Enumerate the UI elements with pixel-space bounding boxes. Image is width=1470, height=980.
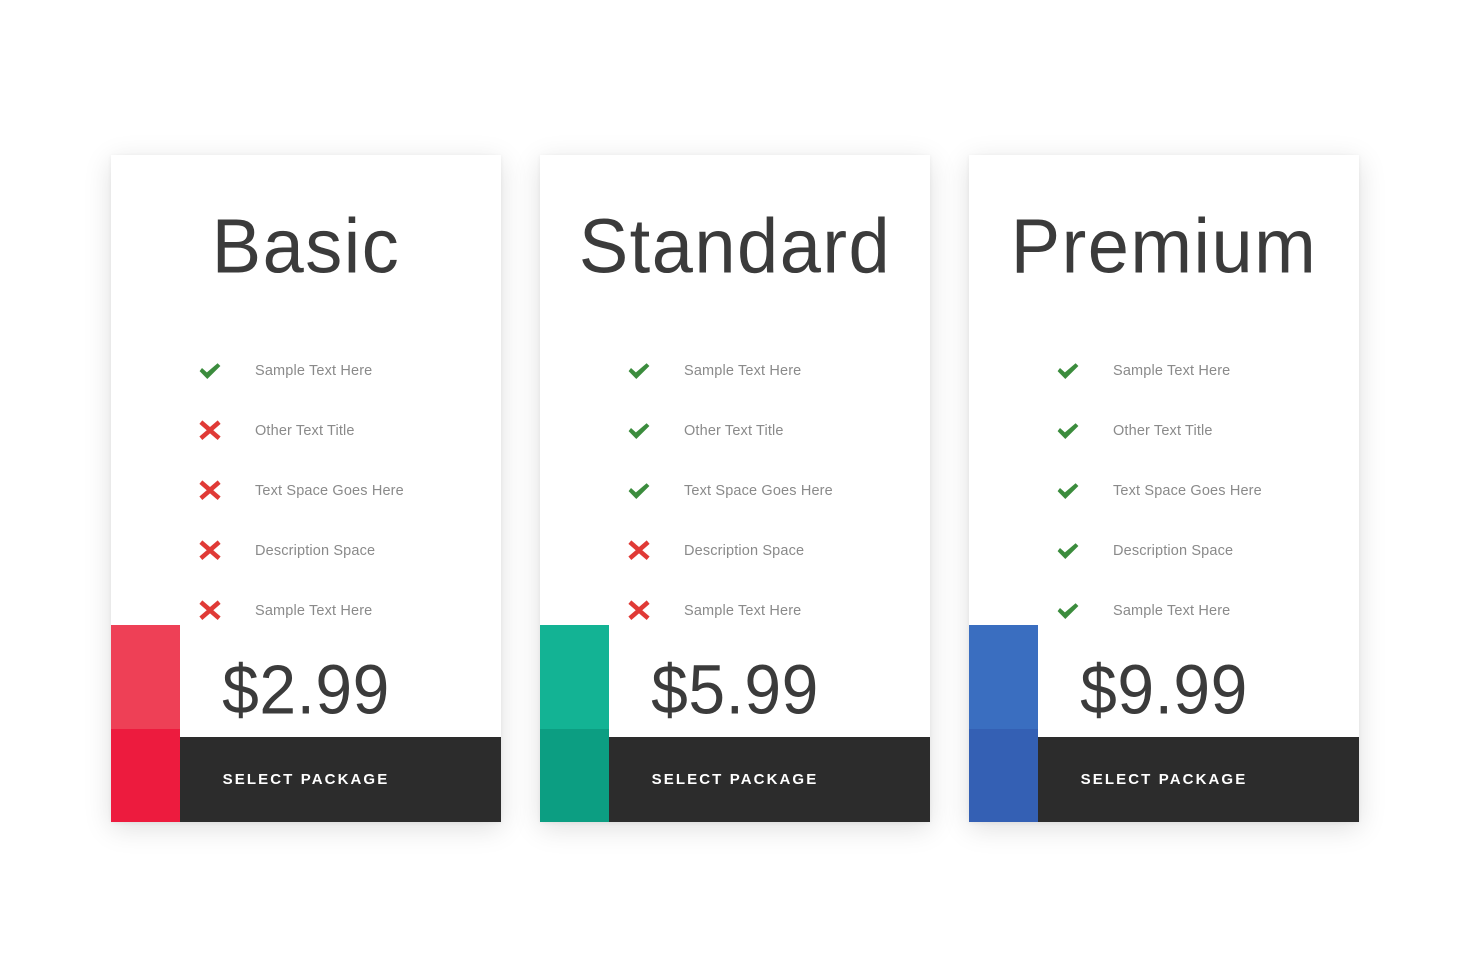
feature-row: Description Space — [540, 521, 930, 581]
feature-row: Sample Text Here — [540, 581, 930, 641]
feature-row: Description Space — [111, 521, 501, 581]
check-icon — [1055, 358, 1081, 384]
feature-label: Sample Text Here — [255, 363, 373, 379]
feature-label: Description Space — [255, 543, 376, 559]
cross-icon — [197, 418, 223, 444]
feature-row: Sample Text Here — [111, 341, 501, 401]
feature-row: Other Text Title — [969, 401, 1359, 461]
feature-label: Other Text Title — [684, 423, 784, 439]
feature-label: Sample Text Here — [684, 363, 802, 379]
feature-row: Other Text Title — [540, 401, 930, 461]
price-strip: $5.99 — [540, 641, 930, 737]
feature-label: Sample Text Here — [1113, 363, 1231, 379]
plan-title: Standard — [578, 202, 892, 290]
plan-card-premium: Premium Sample Text Here Other Text Title T… — [969, 155, 1359, 822]
feature-label: Other Text Title — [1113, 423, 1213, 439]
check-icon — [197, 358, 223, 384]
feature-label: Text Space Goes Here — [1113, 483, 1262, 499]
feature-row: Text Space Goes Here — [111, 461, 501, 521]
price-strip: $2.99 — [111, 641, 501, 737]
feature-label: Text Space Goes Here — [684, 483, 833, 499]
feature-list: Sample Text Here Other Text Title Text Spa… — [111, 280, 501, 641]
feature-label: Description Space — [684, 543, 805, 559]
feature-row: Description Space — [969, 521, 1359, 581]
select-package-label: Select Package — [651, 770, 819, 788]
feature-label: Sample Text Here — [1113, 603, 1231, 619]
check-icon — [1055, 598, 1081, 624]
feature-label: Sample Text Here — [255, 603, 373, 619]
check-icon — [1055, 418, 1081, 444]
check-icon — [1055, 538, 1081, 564]
feature-row: Sample Text Here — [969, 341, 1359, 401]
plan-card-basic: Basic Sample Text Here Other Text Title Tex… — [111, 155, 501, 822]
feature-row: Text Space Goes Here — [969, 461, 1359, 521]
check-icon — [1055, 478, 1081, 504]
feature-row: Other Text Title — [111, 401, 501, 461]
check-icon — [626, 358, 652, 384]
feature-label: Description Space — [1113, 543, 1234, 559]
check-icon — [626, 418, 652, 444]
plan-price: $2.99 — [222, 649, 390, 728]
feature-label: Text Space Goes Here — [255, 483, 404, 499]
price-strip: $9.99 — [969, 641, 1359, 737]
feature-label: Other Text Title — [255, 423, 355, 439]
plan-price: $9.99 — [1080, 649, 1248, 728]
plan-card-standard: Standard Sample Text Here Other Text Title… — [540, 155, 930, 822]
select-package-label: Select Package — [222, 770, 390, 788]
check-icon — [626, 478, 652, 504]
select-package-label: Select Package — [1080, 770, 1248, 788]
select-package-button[interactable]: Select Package — [111, 736, 501, 822]
pricing-table: Basic Sample Text Here Other Text Title Tex… — [0, 0, 1470, 980]
cross-icon — [626, 538, 652, 564]
cross-icon — [197, 538, 223, 564]
feature-label: Sample Text Here — [684, 603, 802, 619]
select-package-button[interactable]: Select Package — [540, 736, 930, 822]
cross-icon — [197, 478, 223, 504]
feature-row: Sample Text Here — [969, 581, 1359, 641]
feature-row: Sample Text Here — [111, 581, 501, 641]
feature-list: Sample Text Here Other Text Title Text Spa… — [969, 280, 1359, 641]
feature-row: Text Space Goes Here — [540, 461, 930, 521]
cross-icon — [197, 598, 223, 624]
plan-title: Basic — [211, 202, 401, 290]
plan-title: Premium — [1010, 202, 1318, 290]
plan-price: $5.99 — [651, 649, 819, 728]
cross-icon — [626, 598, 652, 624]
feature-list: Sample Text Here Other Text Title Text Spa… — [540, 280, 930, 641]
feature-row: Sample Text Here — [540, 341, 930, 401]
select-package-button[interactable]: Select Package — [969, 736, 1359, 822]
